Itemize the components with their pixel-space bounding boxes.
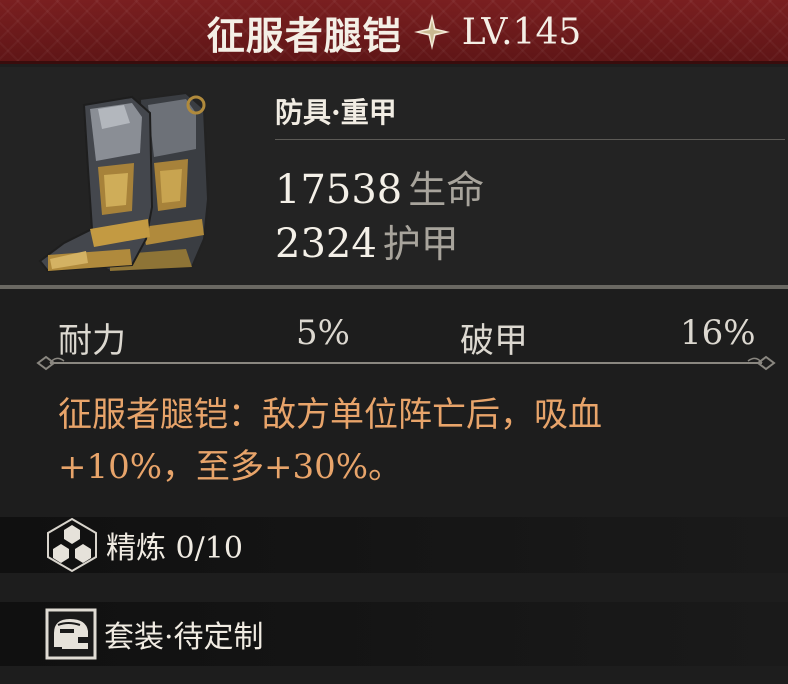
item-title-bar: 征服者腿铠 LV.145 [0, 0, 788, 64]
effect-line-2: +10%，至多+30%。 [58, 447, 403, 487]
stat-health-value: 17538 [275, 167, 403, 213]
armored-boots-icon [38, 91, 210, 273]
category-divider [275, 139, 785, 140]
hexagon-cluster-icon [47, 517, 97, 573]
ornamental-divider [36, 355, 776, 371]
panel-bottom [0, 666, 788, 684]
title-bar-edge [0, 61, 788, 64]
stat-armor-value: 2324 [275, 221, 377, 267]
attribute-value-endurance: 5% [296, 313, 350, 353]
attribute-value-armor-break: 16% [680, 313, 756, 353]
item-info-panel: 防具·重甲 17538 生命 2324 护甲 [0, 67, 788, 285]
attributes-panel: 耐力 5% 破甲 16% 征服者腿铠：敌方单位阵亡后，吸血 +10%，至多+30… [0, 289, 788, 517]
stat-armor-label: 护甲 [382, 222, 459, 266]
refine-label: 精炼 0/10 [106, 531, 243, 566]
bar-gap [0, 573, 788, 602]
set-label: 套装·待定制 [104, 620, 264, 655]
stat-armor: 2324 护甲 [275, 213, 459, 268]
item-name: 征服者腿铠 [206, 12, 402, 58]
four-point-star-icon [413, 14, 450, 50]
refine-bar[interactable]: 精炼 0/10 [0, 517, 788, 573]
set-bar[interactable]: 套装·待定制 [0, 602, 788, 666]
item-category: 防具·重甲 [275, 96, 397, 129]
stat-health: 17538 生命 [275, 159, 484, 214]
item-level: LV.145 [461, 11, 582, 53]
effect-line-1: 征服者腿铠：敌方单位阵亡后，吸血 [58, 395, 602, 435]
item-effect-text: 征服者腿铠：敌方单位阵亡后，吸血 +10%，至多+30%。 [58, 389, 728, 493]
stat-health-label: 生命 [408, 168, 485, 212]
helmet-icon [45, 608, 97, 660]
